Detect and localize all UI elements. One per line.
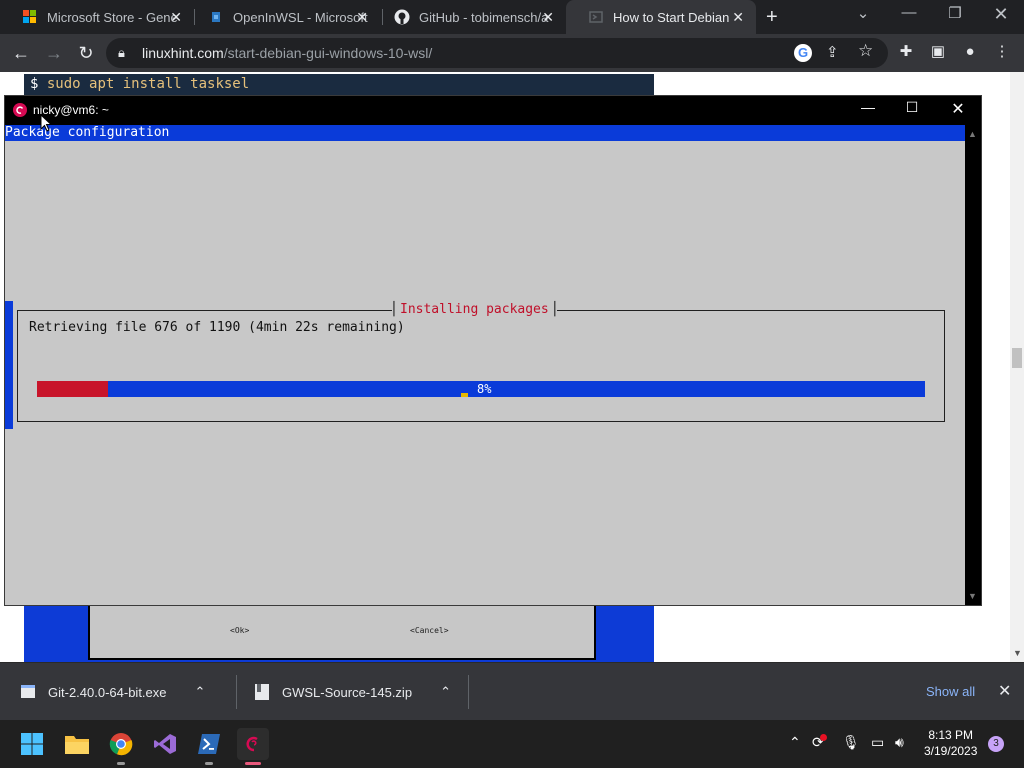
url-host: linuxhint.com [142,45,224,61]
browser-tab-strip: Microsoft Store - Gene ✕ OpenInWSL - Mic… [0,0,1024,34]
close-window-icon[interactable]: ✕ [978,4,1024,25]
new-tab-plus-icon[interactable]: + [766,6,778,29]
tab-close-icon[interactable]: ✕ [356,9,368,26]
reload-icon[interactable]: ↻ [75,42,97,64]
terminal-screen[interactable]: Package configuration Installing package… [5,125,965,605]
address-bar[interactable]: 🔒︎ linuxhint.com/start-debian-gui-window… [106,38,888,68]
restore-icon[interactable]: ❐ [932,4,978,22]
tab-title: GitHub - tobimensch/a [419,9,549,25]
page-scrollbar[interactable]: ▼ [1010,72,1024,662]
dialog-title: Installing packages [390,301,558,318]
tab-title: How to Start Debian G [613,9,731,25]
url-text: linuxhint.com/start-debian-gui-windows-1… [142,45,432,61]
download-separator [236,675,237,709]
google-lens-icon[interactable]: G [794,44,812,62]
terminal-cursor [461,393,468,397]
command-code-block: $ sudo apt install tasksel [24,74,654,96]
url-path: /start-debian-gui-windows-10-wsl/ [223,45,433,61]
sync-status-icon[interactable]: ⟳ [812,734,827,751]
chevron-up-icon[interactable]: ⌃ [440,684,451,700]
network-icon[interactable]: ▭ [871,734,884,751]
tab-linuxhint[interactable]: How to Start Debian G ✕ [566,0,756,34]
browser-toolbar: ← → ↻ 🔒︎ linuxhint.com/start-debian-gui-… [0,34,1024,72]
tab-close-icon[interactable]: ✕ [732,9,744,26]
microphone-icon[interactable]: 🎙︎ [842,734,860,751]
download-item-git[interactable]: Git-2.40.0-64-bit.exe ⌃ [20,675,205,709]
screenshot-dialog: <Ok> <Cancel> [88,602,596,660]
show-hidden-icons-chevron-icon[interactable]: ⌃ [789,734,801,751]
tab-close-icon[interactable]: ✕ [542,9,554,26]
tab-microsoft-store[interactable]: Microsoft Store - Gene ✕ [0,0,194,34]
screenshot-ok-label: <Ok> [230,626,250,635]
share-icon[interactable]: ⇪ [826,43,839,61]
command-prompt: $ [30,76,39,92]
tab-title: OpenInWSL - Microsoft [233,9,368,25]
progress-fill [37,381,109,397]
tab-close-icon[interactable]: ✕ [170,9,182,26]
volume-icon[interactable]: 🔊︎ [895,734,904,751]
profile-avatar-icon[interactable]: ● [960,42,980,62]
file-explorer-icon[interactable] [61,728,93,760]
terminal-maximize-icon[interactable]: ☐ [889,99,935,116]
tab-search-chevron-icon[interactable]: ⌄ [840,4,886,22]
windows-start-icon[interactable] [16,728,48,760]
running-indicator [205,762,213,765]
mouse-pointer-icon [40,114,52,132]
terminal-window[interactable]: nicky@vm6: ~ — ☐ ✕ Package configuration… [4,95,982,606]
exe-file-icon [20,683,36,701]
clock-date: 3/19/2023 [924,744,978,758]
zip-file-icon [254,683,270,701]
package-configuration-header: Package configuration [5,125,965,141]
clock-time: 8:13 PM [928,728,974,742]
retrieving-status-text: Retrieving file 676 of 1190 (4min 22s re… [29,320,405,335]
page-scrollbar-thumb[interactable] [1012,348,1022,368]
install-progress-bar: 8% [37,381,925,397]
windows-taskbar: ⌃ ⟳ 🎙︎ ▭ 🔊︎ 8:13 PM 3/19/2023 3 [0,720,1024,768]
download-item-gwsl[interactable]: GWSL-Source-145.zip ⌃ [254,675,451,709]
system-clock[interactable]: 8:13 PM 3/19/2023 [924,727,977,759]
minimize-icon[interactable]: — [886,4,932,21]
command-text: sudo apt install tasksel [46,76,250,92]
forward-arrow-icon[interactable]: → [43,42,65,64]
downloads-bar: Git-2.40.0-64-bit.exe ⌃ GWSL-Source-145.… [0,662,1024,720]
terminal-scroll-up-icon[interactable]: ▲ [968,129,977,139]
terminal-minimize-icon[interactable]: — [845,99,891,115]
terminal-close-icon[interactable]: ✕ [935,99,981,119]
chrome-icon[interactable] [105,728,137,760]
screenshot-cancel-label: <Cancel> [410,626,449,635]
tab-github[interactable]: GitHub - tobimensch/a ✕ [372,0,566,34]
progress-percent-label: 8% [477,382,492,396]
terminal-title-bar[interactable]: nicky@vm6: ~ — ☐ ✕ [5,96,981,125]
bookmark-star-icon[interactable]: ☆ [858,41,873,61]
microsoft-store-icon [22,9,38,25]
tab-openinwsl[interactable]: OpenInWSL - Microsoft ✕ [186,0,380,34]
debian-swirl-icon [13,103,27,122]
running-indicator [117,762,125,765]
linuxhint-icon [588,9,604,25]
powershell-icon[interactable] [193,728,225,760]
download-separator [468,675,469,709]
chrome-menu-icon[interactable]: ⋮ [992,42,1012,62]
side-panel-icon[interactable]: ▣ [928,42,948,62]
chevron-up-icon[interactable]: ⌃ [195,684,206,700]
extensions-puzzle-icon[interactable]: ✚ [896,42,916,62]
notification-count-badge[interactable]: 3 [988,736,1004,752]
terminal-scrollbar[interactable]: ▲ ▼ [965,125,981,605]
tab-title: Microsoft Store - Gene [47,9,178,25]
github-icon [394,9,410,25]
show-all-downloads-link[interactable]: Show all [926,684,975,699]
dialog-shadow-bar [5,301,13,429]
debian-terminal-taskbar-icon[interactable] [237,728,269,760]
active-indicator [245,762,261,765]
back-arrow-icon[interactable]: ← [10,42,32,64]
visual-studio-taskbar-icon[interactable] [149,728,181,760]
lock-icon[interactable]: 🔒︎ [118,45,125,61]
close-downloads-bar-icon[interactable]: ✕ [998,681,1011,701]
terminal-scroll-down-icon[interactable]: ▼ [968,591,977,601]
scroll-down-arrow-icon[interactable]: ▼ [1013,648,1022,658]
download-filename: GWSL-Source-145.zip [282,684,413,700]
download-filename: Git-2.40.0-64-bit.exe [48,684,167,700]
article-screenshot-image: <Ok> <Cancel> [24,602,654,662]
visual-studio-icon [208,9,224,25]
